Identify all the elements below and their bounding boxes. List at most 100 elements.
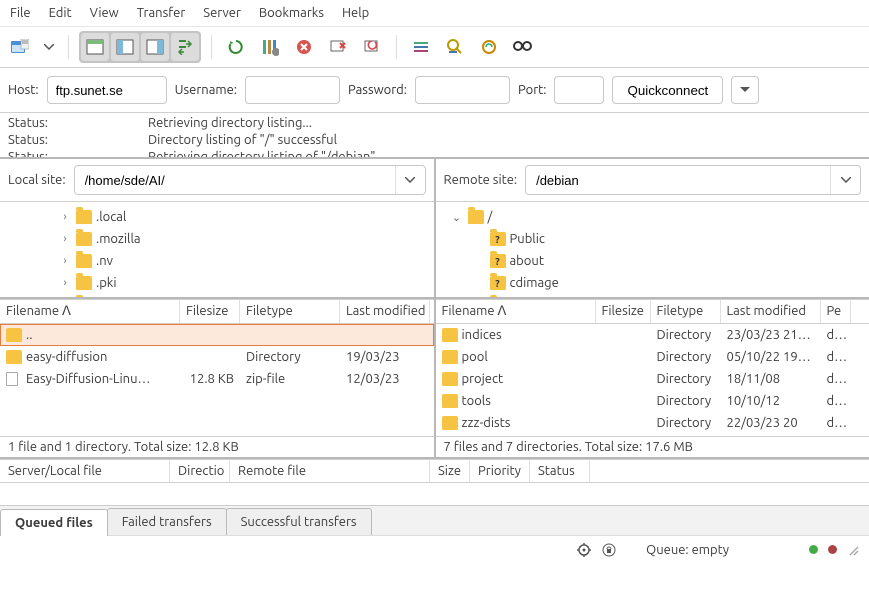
tab-queued-files[interactable]: Queued files — [0, 509, 108, 536]
directory-compare-button[interactable] — [441, 33, 469, 61]
cell-text: 19/03/23 — [340, 350, 430, 364]
toggle-log-button[interactable] — [81, 33, 109, 61]
local-path-combo[interactable] — [74, 165, 426, 195]
queue-body[interactable] — [0, 483, 869, 505]
tree-item[interactable]: .ssh — [4, 294, 430, 297]
queue-column-header[interactable]: Directio — [170, 460, 230, 482]
list-row[interactable]: indicesDirectory23/03/23 21…drv — [436, 324, 869, 346]
expander-icon[interactable]: › — [58, 211, 72, 223]
column-header[interactable]: Last modified — [721, 300, 821, 323]
column-header[interactable]: Pe — [821, 300, 851, 323]
remote-tree[interactable]: ⌄/?Public?about?cdimage?conspiracy — [436, 202, 869, 297]
quickconnect-history-button[interactable] — [731, 76, 759, 104]
tree-item[interactable]: ?conspiracy — [440, 294, 866, 297]
tree-item[interactable]: ⌄/ — [440, 206, 866, 228]
port-input[interactable] — [554, 76, 604, 104]
file-icon — [6, 372, 18, 386]
cell-text: zzz-dists — [462, 416, 511, 430]
username-label: Username: — [175, 83, 237, 97]
column-header[interactable]: Filename ᐱ — [436, 300, 596, 323]
column-header[interactable]: Filetype — [240, 300, 340, 323]
queue-column-header[interactable]: Priority — [470, 460, 530, 482]
tree-item[interactable]: ›.local — [4, 206, 430, 228]
queue-column-header[interactable]: Status — [530, 460, 590, 482]
queue-column-header[interactable]: Server/Local file — [0, 460, 170, 482]
list-row[interactable]: projectDirectory18/11/08drv — [436, 368, 869, 390]
cell-text: Directory — [651, 394, 721, 408]
expander-icon[interactable]: › — [58, 277, 72, 289]
menu-help[interactable]: Help — [342, 6, 369, 20]
process-queue-button[interactable] — [256, 33, 284, 61]
queue-column-header[interactable]: Size — [430, 460, 470, 482]
cancel-button[interactable] — [290, 33, 318, 61]
menu-edit[interactable]: Edit — [49, 6, 72, 20]
local-tree[interactable]: ›.local›.mozilla›.nv›.pki.ssh — [0, 202, 434, 297]
toggle-local-tree-button[interactable] — [111, 33, 139, 61]
lock-icon[interactable] — [602, 543, 616, 557]
refresh-button[interactable] — [222, 33, 250, 61]
menu-view[interactable]: View — [90, 6, 119, 20]
menu-server[interactable]: Server — [203, 6, 241, 20]
remote-pane: Remote site: ⌄/?Public?about?cdimage?con… — [434, 159, 869, 297]
menu-bookmarks[interactable]: Bookmarks — [259, 6, 324, 20]
password-input[interactable] — [415, 76, 510, 104]
search-button[interactable] — [509, 33, 537, 61]
tab-failed-transfers[interactable]: Failed transfers — [107, 508, 227, 535]
host-input[interactable] — [47, 76, 167, 104]
cell-text: tools — [462, 394, 491, 408]
column-header[interactable]: Last modified — [340, 300, 430, 323]
folder-icon: ? — [490, 254, 506, 268]
toggle-remote-tree-button[interactable] — [141, 33, 169, 61]
tree-label: / — [488, 210, 493, 224]
remote-path-combo[interactable] — [525, 165, 861, 195]
tab-successful-transfers[interactable]: Successful transfers — [226, 508, 372, 535]
local-path-dropdown[interactable] — [395, 166, 425, 194]
tree-item[interactable]: ›.mozilla — [4, 228, 430, 250]
remote-path-input[interactable] — [526, 166, 830, 194]
message-log[interactable]: Status:Retrieving directory listing...St… — [0, 113, 869, 159]
menu-file[interactable]: File — [10, 6, 31, 20]
expander-icon[interactable]: › — [58, 233, 72, 245]
remote-path-dropdown[interactable] — [830, 166, 860, 194]
password-label: Password: — [348, 83, 407, 97]
username-input[interactable] — [245, 76, 340, 104]
tree-item[interactable]: ?about — [440, 250, 866, 272]
column-header[interactable]: Filesize — [596, 300, 651, 323]
column-header[interactable]: Filename ᐱ — [0, 300, 180, 323]
disconnect-button[interactable] — [324, 33, 352, 61]
tree-item[interactable]: ?cdimage — [440, 272, 866, 294]
toggle-queue-button[interactable] — [171, 33, 199, 61]
cell-text: Directory — [651, 350, 721, 364]
column-header[interactable]: Filetype — [651, 300, 721, 323]
menu-transfer[interactable]: Transfer — [137, 6, 186, 20]
site-manager-dropdown[interactable] — [40, 33, 58, 61]
list-row[interactable]: .. — [0, 324, 434, 346]
tree-item[interactable]: ›.pki — [4, 272, 430, 294]
sync-browse-button[interactable] — [475, 33, 503, 61]
local-pane: Local site: ›.local›.mozilla›.nv›.pki.ss… — [0, 159, 434, 297]
list-row[interactable]: poolDirectory05/10/22 19…drv — [436, 346, 869, 368]
log-message: Retrieving directory listing of "/debian… — [148, 149, 385, 159]
list-row[interactable]: easy-diffusionDirectory19/03/23 — [0, 346, 434, 368]
remote-status: 7 files and 7 directories. Total size: 1… — [436, 436, 869, 457]
filter-button[interactable] — [407, 33, 435, 61]
local-path-input[interactable] — [75, 166, 395, 194]
cell-text: 23/03/23 21… — [721, 328, 821, 342]
reconnect-button[interactable] — [358, 33, 386, 61]
site-manager-button[interactable] — [6, 33, 34, 61]
list-row[interactable]: toolsDirectory10/10/12drv — [436, 390, 869, 412]
list-row[interactable]: Easy-Diffusion-Linu…12.8 KBzip-file12/03… — [0, 368, 434, 390]
expander-icon[interactable]: ⌄ — [450, 211, 464, 224]
list-row[interactable]: zzz-distsDirectory22/03/23 20drv — [436, 412, 869, 434]
expander-icon[interactable]: › — [58, 255, 72, 267]
settings-icon[interactable] — [576, 542, 592, 558]
queue-column-header[interactable]: Remote file — [230, 460, 430, 482]
tree-item[interactable]: ›.nv — [4, 250, 430, 272]
quickconnect-button[interactable]: Quickconnect — [612, 76, 723, 104]
column-header[interactable]: Filesize — [180, 300, 240, 323]
remote-list[interactable]: indicesDirectory23/03/23 21…drvpoolDirec… — [436, 324, 869, 436]
tree-label: Public — [510, 232, 545, 246]
local-list[interactable]: ..easy-diffusionDirectory19/03/23Easy-Di… — [0, 324, 434, 436]
tree-item[interactable]: ?Public — [440, 228, 866, 250]
tree-label: cdimage — [510, 276, 559, 290]
